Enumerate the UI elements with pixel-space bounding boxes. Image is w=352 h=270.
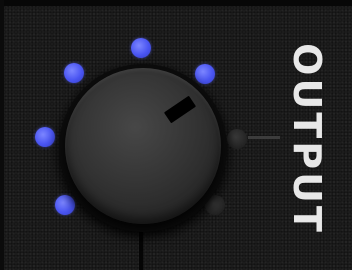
level-led-5 xyxy=(195,64,215,84)
level-led-2 xyxy=(35,127,55,147)
level-led-3 xyxy=(64,63,84,83)
level-led-4 xyxy=(131,38,151,58)
level-led-6 xyxy=(227,129,247,149)
panel-top-edge xyxy=(0,0,352,6)
output-label: OUTPUT xyxy=(285,43,329,235)
output-knob[interactable] xyxy=(65,68,221,224)
output-tick-mark xyxy=(248,136,280,139)
level-led-1 xyxy=(55,195,75,215)
panel-left-edge xyxy=(0,0,4,270)
output-panel: OUTPUT xyxy=(0,0,352,270)
